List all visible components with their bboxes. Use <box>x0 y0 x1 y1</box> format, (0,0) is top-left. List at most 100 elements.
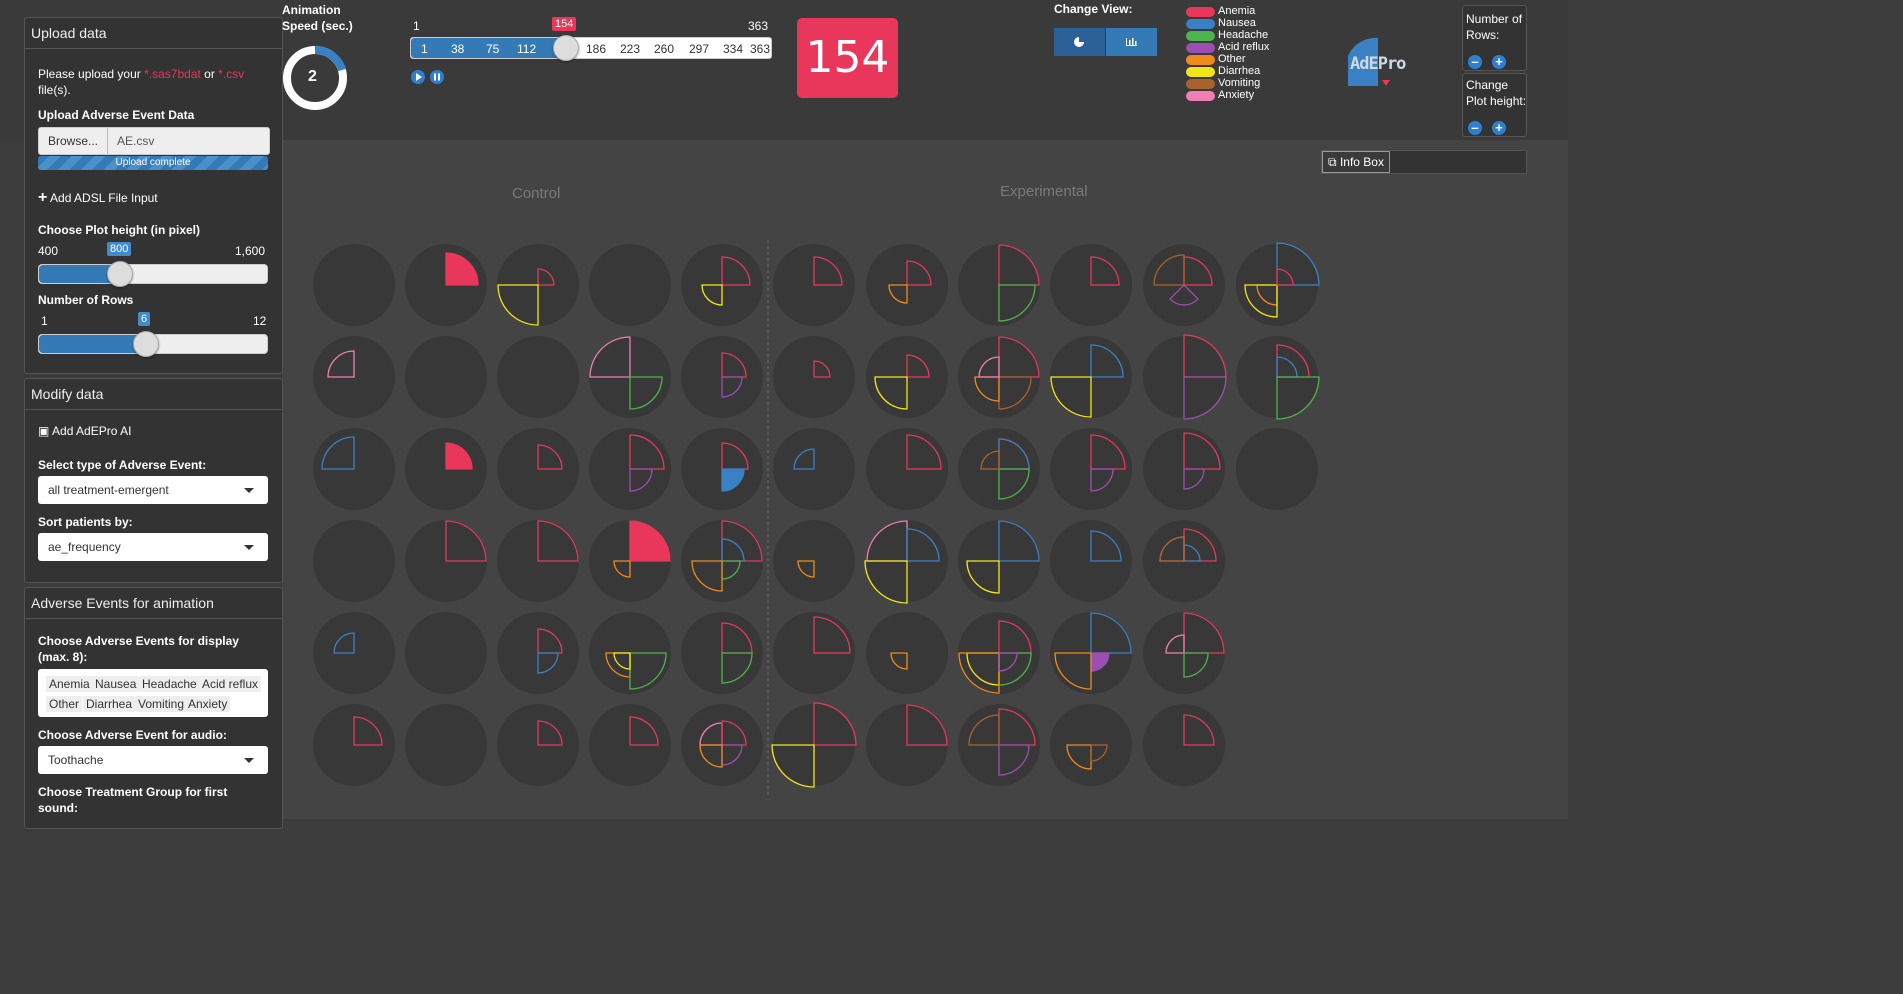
pause-button[interactable] <box>430 70 444 84</box>
add-ai-label: Add AdEPro AI <box>52 424 132 438</box>
legend-swatch <box>1186 19 1215 29</box>
animation-panel: Adverse Events for animation Choose Adve… <box>24 587 283 829</box>
minus-icon: – <box>1471 120 1479 135</box>
patient-glyph <box>313 704 395 786</box>
height-control: Change Plot height: – + <box>1462 73 1527 137</box>
patient-circle <box>1236 428 1318 510</box>
time-tick: 1 <box>421 42 428 56</box>
pie-view-button[interactable] <box>1054 28 1105 56</box>
ae-display-multiselect[interactable]: Anemia Nausea Headache Acid reflux Other… <box>38 669 268 717</box>
pie-chart-icon <box>1074 36 1085 47</box>
time-slider[interactable]: 1 38 75 112 186 223 260 297 334 363 <box>410 35 772 61</box>
prompt-suffix: file(s). <box>38 83 71 97</box>
ae-type-select[interactable]: all treatment-emergent <box>38 476 268 504</box>
legend-swatch <box>1186 67 1215 77</box>
ext-csv: *.csv <box>218 67 245 81</box>
robot-icon: ▣ <box>38 424 50 438</box>
add-ai-button[interactable]: ▣ Add AdEPro AI <box>38 424 131 438</box>
patient-glyph <box>405 336 487 418</box>
file-input[interactable]: Browse... AE.csv <box>38 127 270 155</box>
slider-handle[interactable] <box>107 261 133 287</box>
time-tick: 363 <box>750 42 771 56</box>
rows-minus-button[interactable]: – <box>1468 55 1482 69</box>
patient-glyph <box>773 244 855 326</box>
audio-select[interactable]: Toothache <box>38 746 268 774</box>
patient-glyph <box>497 244 579 326</box>
height-control-label: Change Plot height: <box>1466 78 1527 108</box>
patient-glyph <box>958 244 1040 326</box>
patient-glyph <box>405 428 487 510</box>
patient-glyph <box>681 244 763 326</box>
slider-handle[interactable] <box>133 331 159 357</box>
patient-glyph <box>589 520 671 602</box>
rows-value: 6 <box>138 312 151 326</box>
anim-speed-label-1: Animation <box>282 3 341 17</box>
anim-speed-value: 2 <box>308 68 317 85</box>
tag-item[interactable]: Nausea <box>92 676 140 692</box>
current-day-display: 154 <box>797 18 898 98</box>
patient-circle <box>313 244 395 326</box>
upload-panel: Upload data Please upload your *.sas7bda… <box>24 17 283 374</box>
tag-item[interactable]: Acid reflux <box>199 676 262 692</box>
patient-glyph <box>313 336 395 418</box>
time-tick: 112 <box>517 42 537 56</box>
chevron-down-icon <box>244 488 254 493</box>
tag-item[interactable]: Headache <box>139 676 200 692</box>
patient-glyph <box>1236 242 1320 326</box>
sort-label: Sort patients by: <box>38 515 133 529</box>
browse-button[interactable]: Browse... <box>39 128 108 154</box>
patient-glyph <box>405 244 487 326</box>
rows-plus-button[interactable]: + <box>1492 55 1506 69</box>
legend-swatch <box>1186 43 1215 53</box>
patient-glyph <box>866 336 948 418</box>
tag-item[interactable]: Vomiting <box>135 696 188 712</box>
plot-height-label: Choose Plot height (in pixel) <box>38 223 200 237</box>
plus-icon: + <box>38 189 48 206</box>
height-minus-button[interactable]: – <box>1468 121 1482 135</box>
patient-glyph <box>866 612 948 694</box>
patient-glyph <box>589 612 671 694</box>
patient-glyph <box>313 428 395 510</box>
patient-glyph <box>1050 428 1132 510</box>
plot-height-slider[interactable] <box>38 261 268 287</box>
patient-circle <box>497 336 579 418</box>
time-slider-current: 154 <box>552 17 577 31</box>
patient-glyph <box>497 428 579 510</box>
panel-title: Adverse Events for animation <box>25 588 282 619</box>
treat-label: Choose Treatment Group for first sound: <box>38 785 228 815</box>
patient-glyph <box>681 704 763 786</box>
knob-arc <box>314 45 346 72</box>
patient-glyph <box>497 520 579 602</box>
patient-glyph <box>1143 704 1225 786</box>
add-adsl-button[interactable]: + Add ADSL File Input <box>38 189 158 207</box>
patient-glyph <box>405 520 487 602</box>
ae-type-value: all treatment-emergent <box>48 483 169 497</box>
rows-slider[interactable] <box>38 331 268 357</box>
legend-swatch <box>1186 55 1215 65</box>
height-plus-button[interactable]: + <box>1492 121 1506 135</box>
time-tick: 260 <box>654 42 675 56</box>
plot-height-value: 800 <box>107 242 132 256</box>
ae-sector <box>629 520 671 562</box>
play-button[interactable] <box>411 70 425 84</box>
audio-label: Choose Adverse Event for audio: <box>38 728 227 742</box>
legend-label: Anemia <box>1218 5 1256 17</box>
sort-select[interactable]: ae_frequency <box>38 533 268 561</box>
patient-glyph <box>313 244 395 326</box>
bar-view-button[interactable] <box>1106 28 1157 56</box>
tag-item[interactable]: Diarrhea <box>83 696 136 712</box>
tag-item[interactable]: Anxiety <box>185 696 231 712</box>
slider-handle[interactable] <box>553 35 579 61</box>
rows-control: Number of Rows: – + <box>1462 5 1527 71</box>
minus-icon: – <box>1471 54 1479 69</box>
patient-glyph <box>681 336 763 418</box>
tag-item[interactable]: Other <box>46 696 83 712</box>
ae-type-label: Select type of Adverse Event: <box>38 458 207 472</box>
tag-item[interactable]: Anemia <box>46 676 93 692</box>
time-slider-max: 363 <box>748 19 769 33</box>
legend-label: Other <box>1218 53 1246 65</box>
plot-height-min: 400 <box>38 244 59 258</box>
patient-circle <box>405 336 487 418</box>
slider-fill <box>39 335 145 353</box>
patient-glyph <box>866 704 948 786</box>
